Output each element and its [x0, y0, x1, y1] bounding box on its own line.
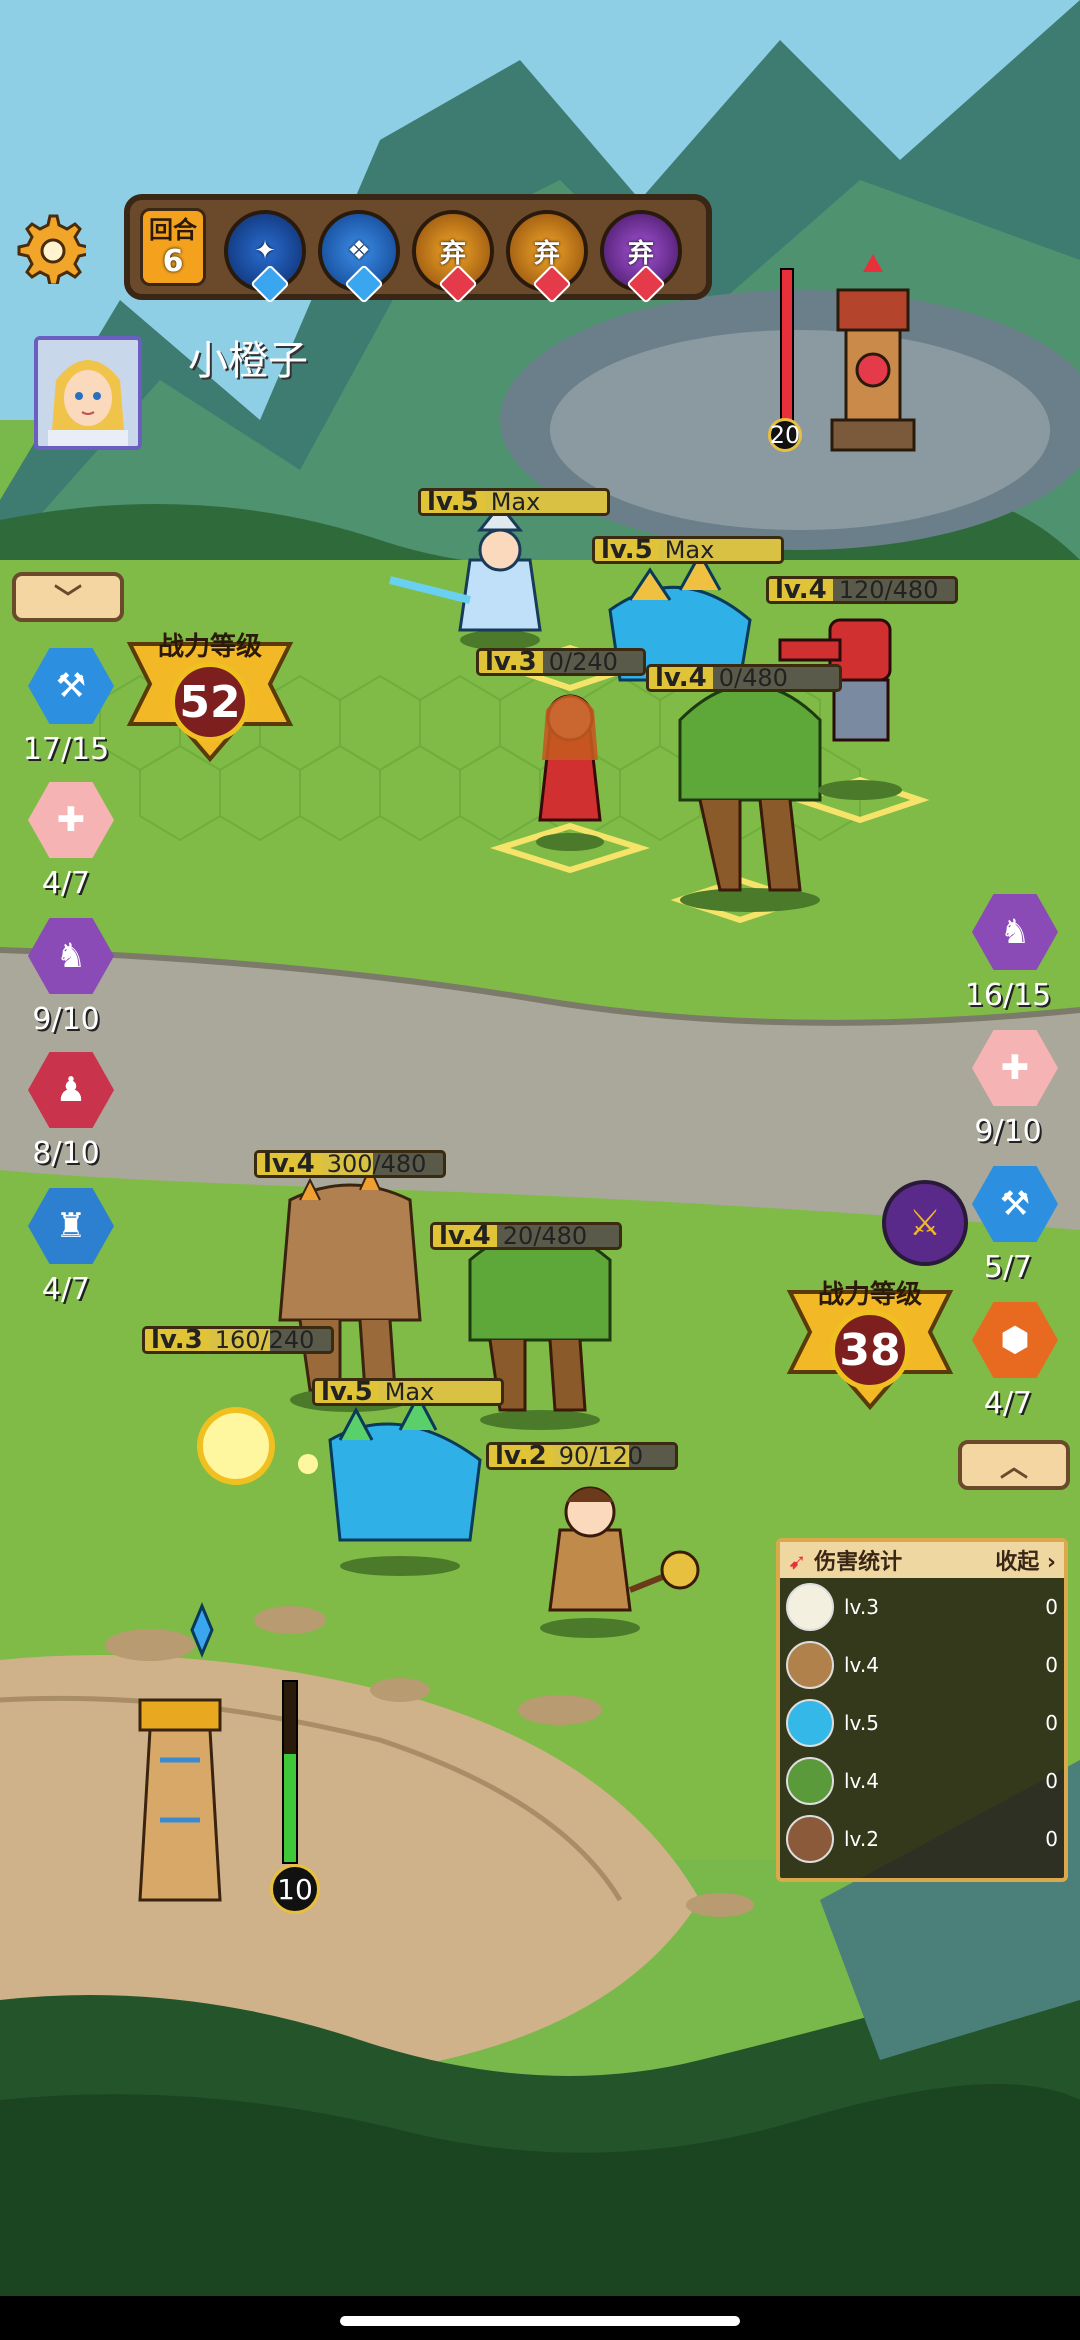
unit-level: lv.2	[489, 1445, 553, 1467]
damage-stats-header: ➹ 伤害统计 收起 ›	[780, 1542, 1064, 1578]
unit-level-bar: lv.4 300/480	[254, 1150, 446, 1178]
unit-level: lv.3	[145, 1329, 209, 1351]
unit-level: lv.4	[649, 667, 713, 689]
unit-level: lv.4	[769, 579, 833, 601]
damage-row-value: 0	[1045, 1769, 1058, 1793]
damage-row-level: lv.4	[844, 1653, 879, 1677]
unit-xp-value: Max	[384, 1378, 435, 1406]
unit-level: lv.4	[433, 1225, 497, 1247]
unit-xp-value: 160/240	[214, 1326, 315, 1354]
damage-stats-title-text: 伤害统计	[814, 1550, 903, 1575]
unit-portrait-icon	[786, 1815, 834, 1863]
collapse-label: 收起	[995, 1550, 1040, 1575]
unit-level: lv.5	[315, 1381, 379, 1403]
unit-xp-value: Max	[664, 536, 715, 564]
enemy-unit-treant	[678, 683, 822, 912]
damage-row-level: lv.3	[844, 1595, 879, 1619]
damage-row-level: lv.5	[844, 1711, 879, 1735]
damage-row-level: lv.2	[844, 1827, 879, 1851]
unit-portrait-icon	[786, 1641, 834, 1689]
unit-xp-value: Max	[490, 488, 541, 516]
battle-units-layer	[138, 502, 930, 1902]
chart-icon: ➹	[788, 1550, 807, 1575]
unit-level-bar: lv.5 Max	[592, 536, 784, 564]
player-unit-light-sprite	[197, 1407, 318, 1485]
unit-level: lv.4	[257, 1153, 321, 1175]
damage-row-value: 0	[1045, 1711, 1058, 1735]
unit-level-bar: lv.3 0/240	[476, 648, 646, 676]
damage-row-value: 0	[1045, 1653, 1058, 1677]
player-tower	[138, 1602, 222, 1902]
damage-stats-title: ➹ 伤害统计	[788, 1544, 902, 1576]
unit-xp-value: 0/240	[548, 648, 618, 676]
unit-level: lv.3	[479, 651, 543, 673]
unit-level-bar: lv.5 Max	[312, 1378, 504, 1406]
unit-portrait-icon	[786, 1757, 834, 1805]
unit-level-bar: lv.4 0/480	[646, 664, 842, 692]
damage-row: lv.4 0	[780, 1636, 1064, 1694]
unit-xp-value: 0/480	[718, 664, 788, 692]
player-unit-hammer-warrior	[540, 1486, 700, 1638]
unit-portrait-icon	[786, 1583, 834, 1631]
damage-row-level: lv.4	[844, 1769, 879, 1793]
damage-row-value: 0	[1045, 1595, 1058, 1619]
player-unit-stone-golem	[278, 1165, 422, 1412]
unit-level: lv.5	[421, 491, 485, 513]
damage-row: lv.5 0	[780, 1694, 1064, 1752]
unit-xp-value: 20/480	[502, 1222, 588, 1250]
unit-level-bar: lv.2 90/120	[486, 1442, 678, 1470]
unit-level-bar: lv.4 20/480	[430, 1222, 622, 1250]
damage-row: lv.3 0	[780, 1578, 1064, 1636]
unit-level-bar: lv.3 160/240	[142, 1326, 334, 1354]
damage-row: lv.2 0	[780, 1810, 1064, 1868]
damage-stats-panel: ➹ 伤害统计 收起 › lv.3 0 lv.4 0 lv.5 0 lv.4 0 lv.2 0	[776, 1538, 1068, 1882]
unit-level: lv.5	[595, 539, 659, 561]
unit-level-bar: lv.4 120/480	[766, 576, 958, 604]
unit-xp-value: 120/480	[838, 576, 939, 604]
unit-portrait-icon	[786, 1699, 834, 1747]
unit-xp-value: 90/120	[558, 1442, 644, 1470]
damage-stats-collapse-button[interactable]: 收起 ›	[995, 1544, 1056, 1576]
player-tower-hp-bar	[282, 1680, 298, 1864]
home-indicator[interactable]	[340, 2316, 740, 2326]
player-tower-hp: 10	[270, 1864, 320, 1914]
damage-row: lv.4 0	[780, 1752, 1064, 1810]
unit-level-bar: lv.5 Max	[418, 488, 610, 516]
player-unit-crystal-dragon	[328, 1392, 482, 1576]
unit-xp-value: 300/480	[326, 1150, 427, 1178]
enemy-unit-ice-mage	[389, 502, 542, 650]
damage-row-value: 0	[1045, 1827, 1058, 1851]
